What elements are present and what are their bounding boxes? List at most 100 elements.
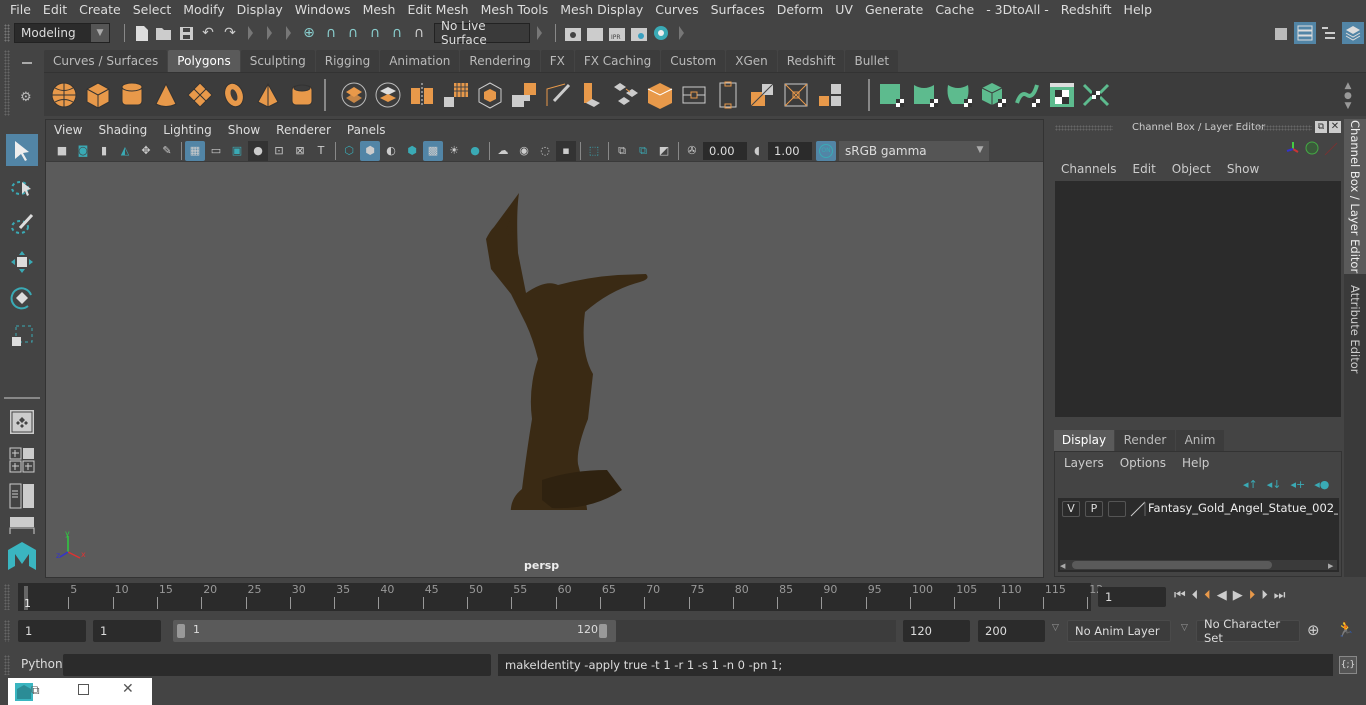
maximize-icon[interactable] — [78, 684, 89, 695]
collapse-arrow-icon[interactable] — [537, 26, 542, 40]
isolate-select-icon[interactable]: ⬚ — [584, 141, 604, 161]
menu-file[interactable]: File — [4, 0, 37, 20]
undo-icon[interactable]: ↶ — [197, 22, 219, 44]
snap-surface-icon[interactable]: ∩ — [386, 22, 408, 44]
menu-create[interactable]: Create — [73, 0, 127, 20]
xray-joints-icon[interactable]: ◩ — [654, 141, 674, 161]
screen-space-ao-icon[interactable]: ☁ — [493, 141, 513, 161]
exposure-field[interactable]: 0.00 — [703, 141, 747, 160]
go-to-start-icon[interactable]: ⏮ — [1174, 588, 1186, 603]
play-forwards-icon[interactable]: ▶ — [1233, 588, 1243, 603]
snap-curve-icon[interactable]: ∩ — [320, 22, 342, 44]
attribute-editor-toggle-icon[interactable] — [1294, 22, 1316, 44]
close-icon[interactable]: ✕ — [122, 681, 134, 697]
viewport-menu-renderer[interactable]: Renderer — [268, 123, 339, 137]
range-slider-bar[interactable]: 1 120 — [173, 620, 616, 642]
layer-display-type-toggle[interactable] — [1108, 501, 1126, 517]
offset-edge-loop-icon[interactable] — [714, 81, 742, 109]
hypershade-icon[interactable] — [650, 22, 672, 44]
gear-icon[interactable]: ⚙ — [20, 90, 32, 105]
grip-handle[interactable] — [1055, 125, 1113, 131]
redo-icon[interactable]: ↷ — [219, 22, 241, 44]
poly-pyramid-icon[interactable] — [254, 81, 282, 109]
shelf-tab-custom[interactable]: Custom — [661, 50, 726, 72]
channel-box-toggle-icon[interactable] — [1342, 22, 1364, 44]
grip-handle[interactable] — [4, 655, 10, 675]
menu-edit-mesh[interactable]: Edit Mesh — [401, 0, 474, 20]
character-set-dropdown[interactable]: No Character Set — [1196, 617, 1300, 645]
menu-mesh-display[interactable]: Mesh Display — [554, 0, 649, 20]
step-forward-frame-icon[interactable]: ⏵ — [1261, 588, 1268, 603]
object-menu[interactable]: Object — [1172, 162, 1211, 176]
gamma-field[interactable]: 1.00 — [768, 141, 812, 160]
poke-face-icon[interactable] — [782, 81, 810, 109]
snap-live-icon[interactable]: ∩ — [408, 22, 430, 44]
step-forward-key-icon[interactable]: ⏵ — [1249, 588, 1256, 603]
snap-view-plane-icon[interactable]: ∩ — [364, 22, 386, 44]
modeling-toolkit-icon[interactable] — [1270, 22, 1292, 44]
animation-start-field[interactable]: 1 — [18, 620, 86, 642]
menu-deform[interactable]: Deform — [771, 0, 829, 20]
layer-horizontal-scrollbar[interactable]: ◀ ▶ — [1060, 560, 1337, 570]
close-icon[interactable]: ✕ — [1329, 121, 1341, 133]
poly-cube-icon[interactable] — [84, 81, 112, 109]
float-panel-icon[interactable]: ⧉ — [1315, 121, 1327, 133]
menu-display[interactable]: Display — [231, 0, 289, 20]
grip-handle[interactable] — [1257, 125, 1312, 131]
channels-menu[interactable]: Channels — [1061, 162, 1117, 176]
shelf-tab-redshift[interactable]: Redshift — [777, 50, 845, 72]
single-view-layout-button[interactable] — [6, 406, 38, 438]
layer-name[interactable]: Fantasy_Gold_Angel_Statue_002_laye — [1148, 501, 1338, 515]
menu-modify[interactable]: Modify — [177, 0, 230, 20]
uv-cylindrical-icon[interactable] — [912, 81, 940, 109]
menu-surfaces[interactable]: Surfaces — [705, 0, 771, 20]
menu-mesh[interactable]: Mesh — [357, 0, 402, 20]
step-back-key-icon[interactable]: ⏴ — [1204, 588, 1211, 603]
layer-color-swatch-icon[interactable] — [1130, 501, 1146, 517]
layer-tab-anim[interactable]: Anim — [1176, 430, 1224, 451]
remesh-icon[interactable] — [510, 81, 538, 109]
separate-icon[interactable] — [374, 81, 402, 109]
render-settings-icon[interactable] — [628, 22, 650, 44]
ipr-render-icon[interactable]: IPR — [606, 22, 628, 44]
textured-icon[interactable]: ▩ — [423, 140, 443, 161]
uv-planar-icon[interactable] — [878, 81, 906, 109]
range-end-handle[interactable] — [599, 624, 607, 638]
use-default-material-icon[interactable]: ◐ — [381, 141, 401, 161]
playback-start-field[interactable]: 1 — [93, 620, 161, 642]
move-tool[interactable] — [6, 246, 38, 278]
poly-pipe-icon[interactable] — [288, 81, 316, 109]
range-start-handle[interactable] — [177, 624, 185, 638]
shelf-tab-fx[interactable]: FX — [540, 50, 574, 72]
uv-spherical-icon[interactable] — [946, 81, 974, 109]
rotate-tool[interactable] — [6, 282, 38, 314]
shelf-menu-icon[interactable] — [22, 62, 32, 64]
snap-grid-icon[interactable]: ⊕ — [298, 22, 320, 44]
move-layer-down-icon[interactable]: ◂↓ — [1267, 478, 1282, 491]
xray-active-components-icon[interactable]: ⧉ — [633, 141, 653, 161]
create-layer-from-selected-icon[interactable]: ◂● — [1314, 478, 1329, 491]
collapse-arrow-icon[interactable] — [286, 26, 291, 40]
character-set-dropdown-arrow[interactable]: ▽ — [1181, 623, 1188, 633]
grip-handle[interactable] — [4, 584, 10, 610]
menu-curves[interactable]: Curves — [649, 0, 704, 20]
smooth-icon[interactable] — [442, 81, 470, 109]
current-frame-field[interactable]: 1 — [1098, 587, 1166, 607]
scroll-right-icon[interactable]: ▶ — [1328, 562, 1333, 570]
viewport-persp[interactable]: View Shading Lighting Show Renderer Pane… — [45, 119, 1044, 578]
render-frame-icon[interactable] — [584, 22, 606, 44]
wireframe-icon[interactable]: ⬡ — [339, 141, 359, 161]
camera-attributes-icon[interactable]: ◙ — [73, 141, 93, 161]
open-scene-icon[interactable] — [153, 22, 175, 44]
side-tab-attribute-editor[interactable]: Attribute Editor — [1344, 279, 1366, 379]
show-menu[interactable]: Show — [1227, 162, 1259, 176]
grip-handle[interactable] — [4, 50, 10, 116]
wireframe-on-shaded-icon[interactable]: ⬢ — [402, 141, 422, 161]
shelf-tab-polygons[interactable]: Polygons — [168, 50, 240, 72]
scroll-left-icon[interactable]: ◀ — [1060, 562, 1065, 570]
move-layer-up-icon[interactable]: ◂↑ — [1243, 478, 1258, 491]
shadows-icon[interactable]: ● — [465, 141, 485, 161]
image-plane-icon[interactable]: ◭ — [115, 141, 135, 161]
command-input[interactable] — [63, 654, 491, 676]
mode-selector[interactable]: Modeling ▼ — [14, 23, 110, 43]
